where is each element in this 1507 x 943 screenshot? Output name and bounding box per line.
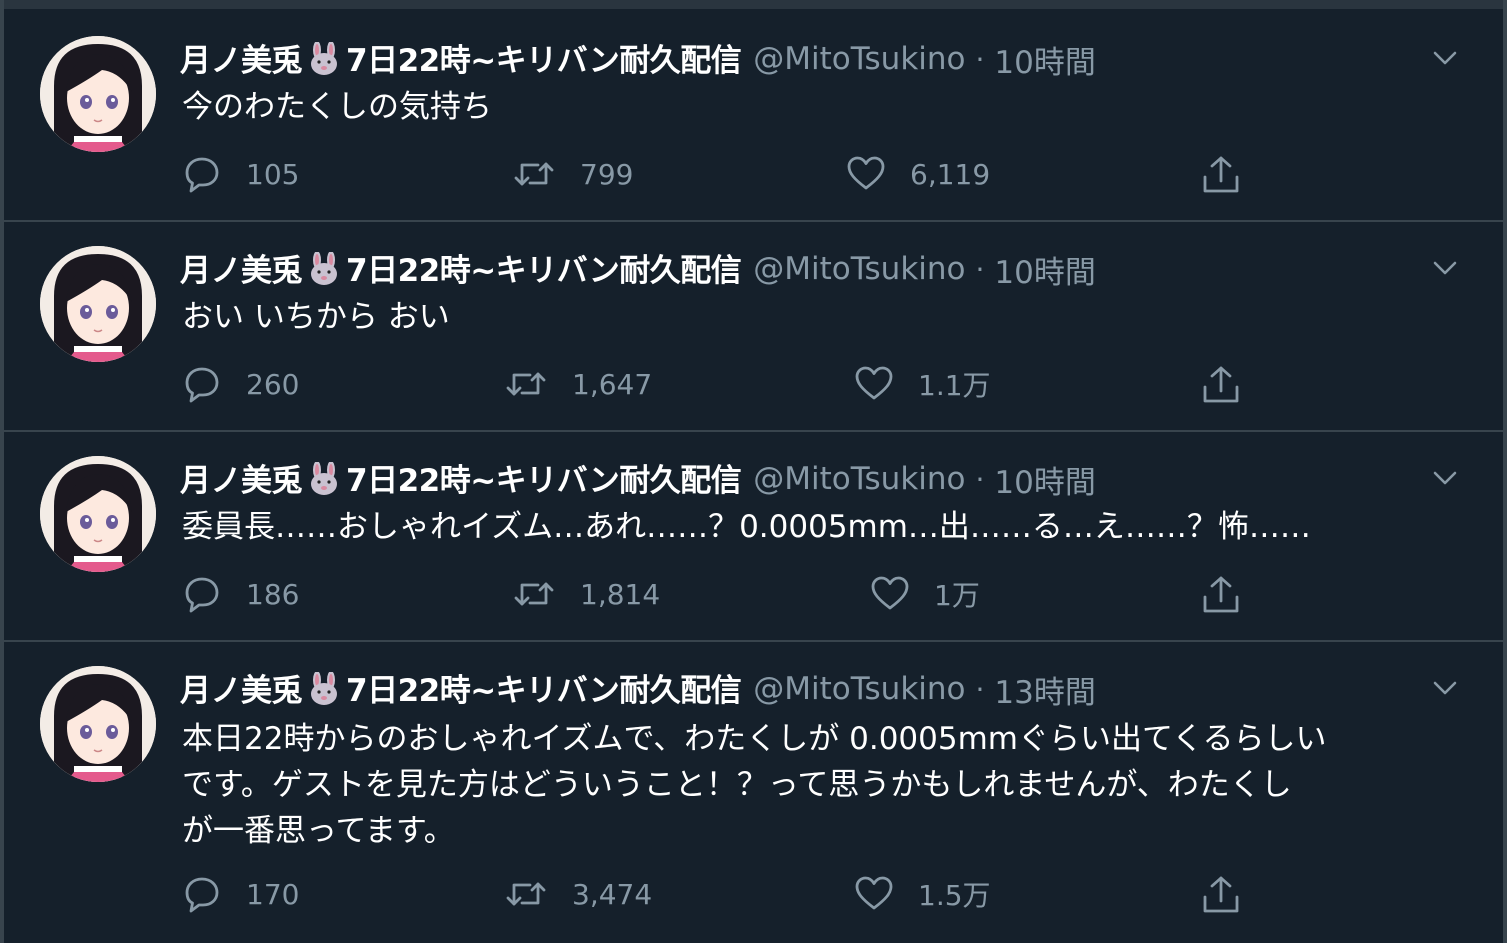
heart-icon — [854, 874, 894, 914]
like-count: 1.1万 — [918, 369, 991, 402]
retweet-icon — [512, 154, 556, 194]
share-icon — [1200, 364, 1242, 406]
separator-dot: · — [975, 672, 985, 706]
retweet-count: 3,474 — [572, 877, 653, 911]
separator-dot: · — [975, 252, 985, 286]
rabbit-face-icon — [304, 250, 344, 294]
share-button[interactable] — [1200, 154, 1242, 196]
timestamp[interactable]: 13時間 — [994, 667, 1095, 712]
display-name[interactable]: 月ノ美兎 7日22時~キリバン耐久配信 — [180, 455, 742, 504]
tweet-header: 月ノ美兎 7日22時~キリバン耐久配信 @MitoTsukino · 10時間 — [180, 247, 1096, 292]
display-name[interactable]: 月ノ美兎 7日22時~キリバン耐久配信 — [180, 245, 742, 294]
reply-button[interactable]: 260 — [182, 364, 299, 404]
user-handle[interactable]: @MitoTsukino — [753, 251, 965, 287]
reply-count: 105 — [246, 157, 300, 191]
tweet-text: おい いちから おい — [182, 299, 450, 335]
reply-button[interactable]: 186 — [182, 574, 299, 614]
retweet-count: 1,814 — [580, 577, 661, 611]
share-icon — [1200, 154, 1242, 196]
like-count: 6,119 — [910, 157, 991, 191]
rabbit-face-icon — [304, 670, 344, 714]
timeline-top-border — [4, 0, 1503, 9]
chevron-down-icon[interactable] — [1427, 670, 1463, 706]
retweet-button[interactable]: 1,647 — [504, 364, 652, 404]
tweet[interactable]: 月ノ美兎 7日22時~キリバン耐久配信 @MitoTsukino · 13時間 本… — [4, 642, 1503, 943]
display-name[interactable]: 月ノ美兎 7日22時~キリバン耐久配信 — [180, 35, 742, 84]
reply-icon — [182, 874, 222, 914]
user-handle[interactable]: @MitoTsukino — [753, 461, 965, 497]
share-button[interactable] — [1200, 364, 1242, 406]
reply-icon — [182, 364, 222, 404]
tweet-header: 月ノ美兎 7日22時~キリバン耐久配信 @MitoTsukino · 13時間 — [180, 667, 1096, 712]
reply-button[interactable]: 105 — [182, 154, 299, 194]
retweet-button[interactable]: 1,814 — [512, 574, 660, 614]
chevron-down-icon[interactable] — [1427, 460, 1463, 496]
avatar[interactable] — [40, 246, 156, 362]
chevron-down-icon[interactable] — [1427, 250, 1463, 286]
share-icon — [1200, 574, 1242, 616]
rabbit-face-icon — [304, 40, 344, 84]
timestamp[interactable]: 10時間 — [994, 37, 1095, 82]
like-count: 1.5万 — [918, 879, 991, 912]
reply-count: 186 — [246, 577, 300, 611]
heart-icon — [854, 364, 894, 404]
user-handle[interactable]: @MitoTsukino — [753, 41, 965, 77]
like-button[interactable]: 1.1万 — [854, 364, 991, 404]
share-button[interactable] — [1200, 874, 1242, 916]
like-count: 1万 — [934, 579, 980, 612]
user-handle[interactable]: @MitoTsukino — [753, 671, 965, 707]
like-button[interactable]: 1.5万 — [854, 874, 991, 914]
display-name[interactable]: 月ノ美兎 7日22時~キリバン耐久配信 — [180, 665, 742, 714]
timestamp[interactable]: 10時間 — [994, 247, 1095, 292]
retweet-icon — [504, 364, 548, 404]
tweet-text-line: 本日22時からのおしゃれイズムで、わたくしが 0.0005mmぐらい出てくるらし… — [182, 721, 1327, 757]
tweet-text: 本日22時からのおしゃれイズムで、わたくしが 0.0005mmぐらい出てくるらし… — [182, 716, 1443, 854]
rabbit-face-icon — [304, 460, 344, 504]
retweet-count: 799 — [580, 157, 634, 191]
tweet-header: 月ノ美兎 7日22時~キリバン耐久配信 @MitoTsukino · 10時間 — [180, 457, 1096, 502]
retweet-icon — [512, 574, 556, 614]
chevron-down-icon[interactable] — [1427, 40, 1463, 76]
retweet-count: 1,647 — [572, 367, 653, 401]
retweet-icon — [504, 874, 548, 914]
separator-dot: · — [975, 42, 985, 76]
tweet[interactable]: 月ノ美兎 7日22時~キリバン耐久配信 @MitoTsukino · 10時間 お… — [4, 222, 1503, 432]
tweet-text: 今のわたくしの気持ち — [182, 89, 492, 125]
avatar[interactable] — [40, 456, 156, 572]
tweet-header: 月ノ美兎 7日22時~キリバン耐久配信 @MitoTsukino · 10時間 — [180, 37, 1096, 82]
avatar[interactable] — [40, 666, 156, 782]
tweet[interactable]: 月ノ美兎 7日22時~キリバン耐久配信 @MitoTsukino · 10時間 今… — [4, 10, 1503, 222]
avatar[interactable] — [40, 36, 156, 152]
reply-icon — [182, 154, 222, 194]
reply-count: 260 — [246, 367, 300, 401]
tweet-text: 委員長……おしゃれイズム…あれ……？0.0005mm…出……る…え……？怖…… — [182, 509, 1311, 545]
like-button[interactable]: 6,119 — [846, 154, 990, 194]
reply-count: 170 — [246, 877, 300, 911]
share-button[interactable] — [1200, 574, 1242, 616]
share-icon — [1200, 874, 1242, 916]
reply-icon — [182, 574, 222, 614]
timestamp[interactable]: 10時間 — [994, 457, 1095, 502]
heart-icon — [870, 574, 910, 614]
reply-button[interactable]: 170 — [182, 874, 299, 914]
separator-dot: · — [975, 462, 985, 496]
retweet-button[interactable]: 3,474 — [504, 874, 652, 914]
heart-icon — [846, 154, 886, 194]
tweet[interactable]: 月ノ美兎 7日22時~キリバン耐久配信 @MitoTsukino · 10時間 委… — [4, 432, 1503, 642]
tweet-text-line: です。ゲストを見た方はどういうこと！？って思うかもしれませんが、わたくし — [182, 767, 1292, 803]
tweet-text-line: が一番思ってます。 — [182, 813, 455, 849]
like-button[interactable]: 1万 — [870, 574, 980, 614]
retweet-button[interactable]: 799 — [512, 154, 633, 194]
timeline: 月ノ美兎 7日22時~キリバン耐久配信 @MitoTsukino · 10時間 今… — [0, 0, 1507, 943]
